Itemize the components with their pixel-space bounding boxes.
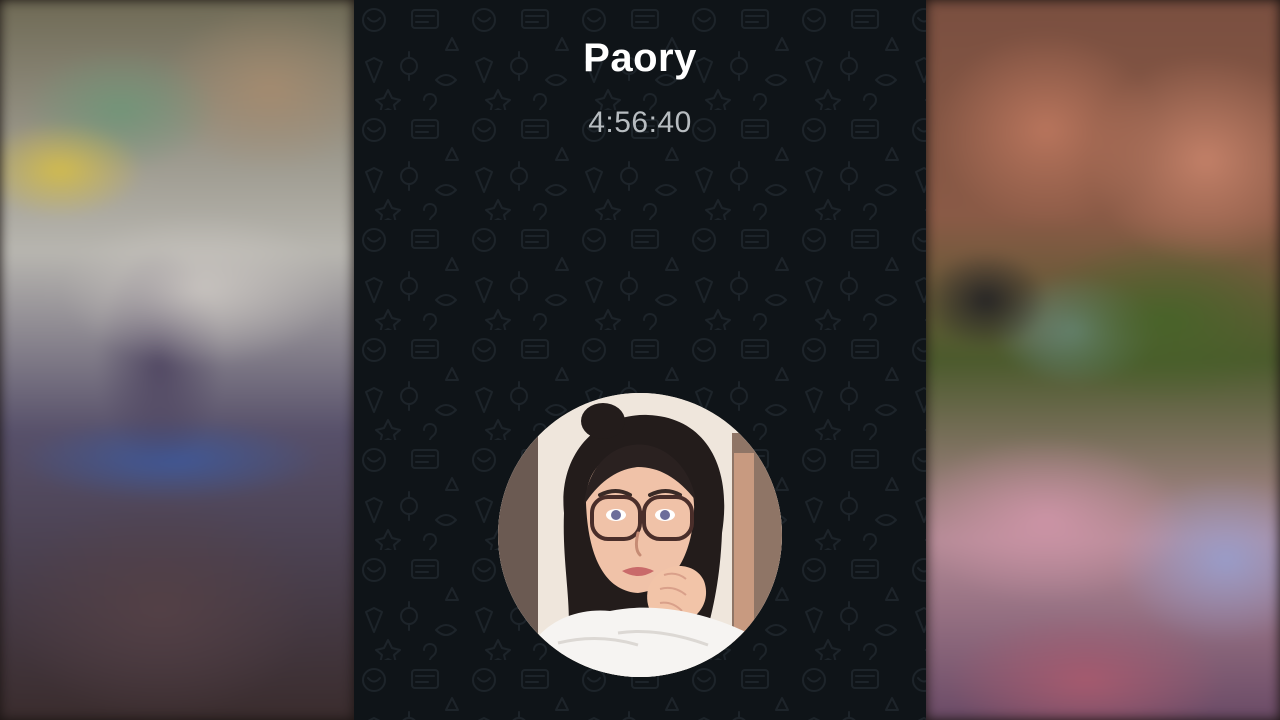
profile-photo-icon [498,393,782,677]
contact-avatar[interactable] [498,393,782,677]
blurred-background-left [0,0,354,720]
voice-call-screen: Paory 4:56:40 [354,0,926,720]
caller-name: Paory [583,36,697,80]
call-duration: 4:56:40 [588,106,692,139]
blurred-background-right [926,0,1280,720]
video-frame: Paory 4:56:40 [0,0,1280,720]
